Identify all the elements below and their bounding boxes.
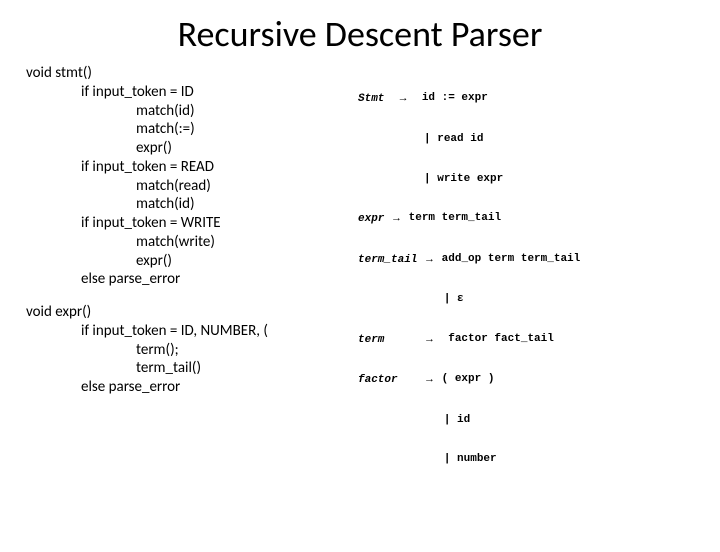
grammar-lhs: expr →	[358, 212, 409, 226]
code-line: match(read)	[26, 177, 358, 196]
grammar-rule: term → factor fact_tail	[358, 333, 690, 347]
code-line: void expr()	[26, 303, 358, 322]
code-line: match(id)	[26, 195, 358, 214]
code-line: match(write)	[26, 233, 358, 252]
code-line: expr()	[26, 252, 358, 271]
pseudocode-column: void stmt() if input_token = ID match(id…	[26, 64, 358, 411]
arrow-icon: →	[391, 212, 402, 224]
grammar-alt: | ε	[358, 293, 690, 306]
page-title: Recursive Descent Parser	[0, 12, 720, 56]
code-line: match(:=)	[26, 120, 358, 139]
grammar-rule: term_tail → add_op term term_tail	[358, 253, 690, 267]
arrow-icon: →	[424, 253, 435, 265]
expr-block: void expr() if input_token = ID, NUMBER,…	[26, 303, 358, 397]
code-line: expr()	[26, 139, 358, 158]
grammar-rule: Stmt → id := expr	[358, 92, 690, 106]
grammar-rhs: term term_tail	[409, 212, 501, 226]
grammar-rule: expr → term term_tail	[358, 212, 690, 226]
code-line: term();	[26, 341, 358, 360]
arrow-icon: →	[398, 92, 409, 104]
content-area: void stmt() if input_token = ID match(id…	[0, 64, 720, 493]
code-line: if input_token = ID	[26, 83, 358, 102]
grammar-column: Stmt → id := expr | read id | write expr…	[358, 64, 690, 493]
grammar-lhs: term →	[358, 333, 442, 347]
code-line: if input_token = WRITE	[26, 214, 358, 233]
code-line: match(id)	[26, 102, 358, 121]
grammar-lhs: Stmt →	[358, 92, 422, 106]
code-line: if input_token = READ	[26, 158, 358, 177]
arrow-icon: →	[424, 373, 435, 385]
grammar-lhs: term_tail →	[358, 253, 442, 267]
grammar-rhs: ( expr )	[442, 373, 495, 387]
code-line: else parse_error	[26, 270, 358, 289]
code-line: void stmt()	[26, 64, 358, 83]
grammar-rhs: add_op term term_tail	[442, 253, 581, 267]
grammar-lhs: factor →	[358, 373, 442, 387]
grammar-rule: factor → ( expr )	[358, 373, 690, 387]
grammar-alt: | read id	[358, 133, 690, 146]
code-line: else parse_error	[26, 378, 358, 397]
stmt-block: void stmt() if input_token = ID match(id…	[26, 64, 358, 289]
grammar-alt: | id	[358, 414, 690, 427]
grammar-alt: | number	[358, 453, 690, 466]
code-line: if input_token = ID, NUMBER, (	[26, 322, 358, 341]
grammar-alt: | write expr	[358, 173, 690, 186]
code-line: term_tail()	[26, 359, 358, 378]
arrow-icon: →	[424, 333, 435, 345]
grammar-rhs: factor fact_tail	[442, 333, 554, 347]
grammar-rhs: id := expr	[422, 92, 488, 106]
